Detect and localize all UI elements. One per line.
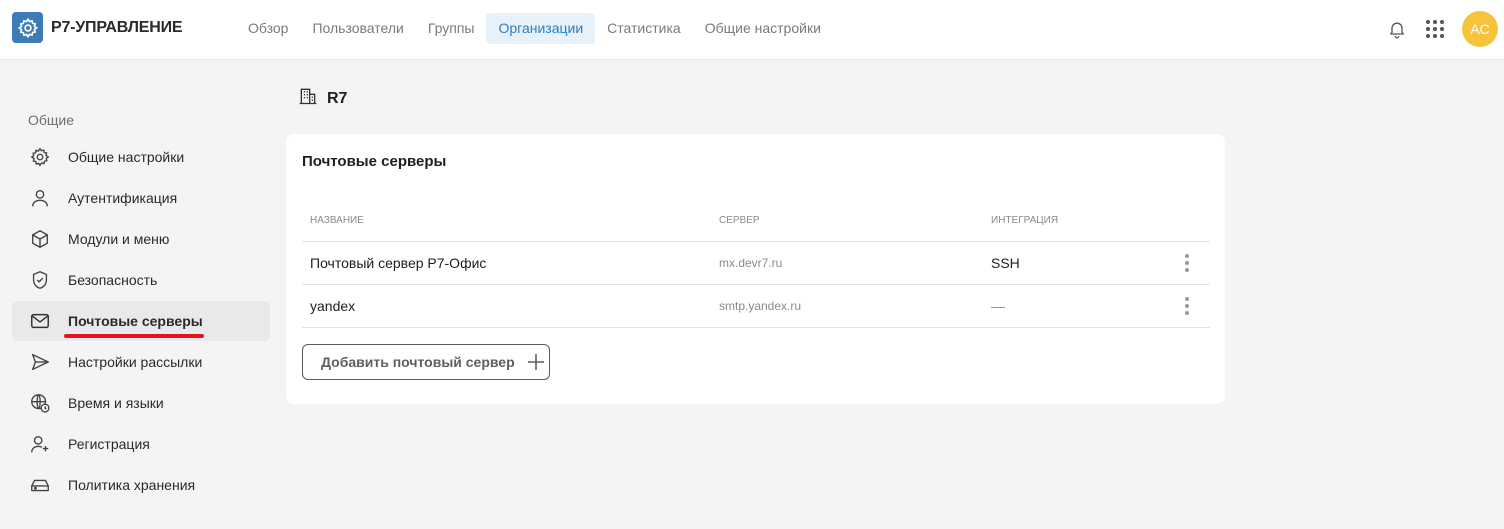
nav-overview[interactable]: Обзор (236, 13, 300, 44)
cube-icon (28, 227, 52, 251)
mail-servers-card: Почтовые серверы НАЗВАНИЕ СЕРВЕР ИНТЕГРА… (286, 134, 1225, 404)
sidebar-item-label: Политика хранения (68, 477, 196, 493)
sidebar-item-security[interactable]: Безопасность (12, 260, 270, 300)
sidebar-item-label: Аутентификация (68, 190, 178, 206)
building-icon (298, 86, 318, 111)
sidebar-item-label: Общие настройки (68, 149, 185, 165)
sidebar-item-registration[interactable]: Регистрация (12, 424, 270, 464)
bell-icon[interactable] (1384, 16, 1410, 42)
sidebar-item-modules-menu[interactable]: Модули и меню (12, 219, 270, 259)
sidebar-item-general-settings[interactable]: Общие настройки (12, 137, 270, 177)
table-header: НАЗВАНИЕ СЕРВЕР ИНТЕГРАЦИЯ (302, 200, 1210, 242)
user-avatar[interactable]: АС (1462, 11, 1498, 47)
sidebar-item-label: Почтовые серверы (68, 313, 203, 329)
column-header-name[interactable]: НАЗВАНИЕ (302, 215, 711, 226)
user-icon (28, 186, 52, 210)
top-nav: Обзор Пользователи Группы Организации Ст… (236, 13, 833, 44)
row-actions (1163, 251, 1210, 275)
add-button-label: Добавить почтовый сервер (321, 354, 515, 370)
app-name: Р7-УПРАВЛЕНИЕ (51, 18, 183, 36)
integration-cell: — (991, 298, 1005, 314)
mail-icon (28, 309, 52, 333)
nav-general-settings[interactable]: Общие настройки (693, 13, 833, 44)
organization-header: R7 (298, 86, 347, 111)
sidebar-item-label: Регистрация (68, 436, 150, 452)
nav-organizations[interactable]: Организации (486, 13, 596, 44)
more-vertical-icon[interactable] (1177, 251, 1197, 275)
active-item-underline (64, 334, 204, 338)
table-row[interactable]: Почтовый сервер Р7-Офис mx.devr7.ru SSH (302, 242, 1210, 285)
nav-users[interactable]: Пользователи (300, 13, 415, 44)
globe-clock-icon (28, 391, 52, 415)
gear-icon (28, 145, 52, 169)
mail-servers-table: НАЗВАНИЕ СЕРВЕР ИНТЕГРАЦИЯ Почтовый серв… (302, 200, 1210, 328)
server-name-cell: yandex (310, 298, 356, 314)
table-row[interactable]: yandex smtp.yandex.ru — (302, 285, 1210, 328)
add-mail-server-button[interactable]: Добавить почтовый сервер (302, 344, 550, 380)
column-header-server[interactable]: СЕРВЕР (711, 215, 983, 226)
user-plus-icon (28, 432, 52, 456)
header-actions: АС (1384, 11, 1498, 47)
row-actions (1163, 294, 1210, 318)
storage-icon (28, 473, 52, 497)
more-vertical-icon[interactable] (1177, 294, 1197, 318)
sidebar-item-mailing-settings[interactable]: Настройки рассылки (12, 342, 270, 382)
nav-statistics[interactable]: Статистика (595, 13, 693, 44)
sidebar-item-authentication[interactable]: Аутентификация (12, 178, 270, 218)
settings-sidebar: Общие Общие настройки Аутентификация Мод… (12, 104, 270, 505)
app-logo[interactable]: Р7-УПРАВЛЕНИЕ (12, 12, 183, 43)
sidebar-item-label: Настройки рассылки (68, 354, 203, 370)
plus-icon (527, 353, 545, 371)
sidebar-section-title: Общие (28, 112, 75, 128)
sidebar-item-time-languages[interactable]: Время и языки (12, 383, 270, 423)
apps-grid-icon[interactable] (1422, 16, 1448, 42)
sidebar-item-label: Модули и меню (68, 231, 170, 247)
shield-icon (28, 268, 52, 292)
sidebar-item-label: Время и языки (68, 395, 164, 411)
server-host-cell: smtp.yandex.ru (719, 299, 802, 313)
server-host-cell: mx.devr7.ru (719, 256, 783, 270)
column-header-integration[interactable]: ИНТЕГРАЦИЯ (983, 215, 1163, 226)
sidebar-item-label: Безопасность (68, 272, 158, 288)
card-title: Почтовые серверы (302, 153, 447, 170)
top-header: Р7-УПРАВЛЕНИЕ Обзор Пользователи Группы … (0, 0, 1504, 60)
nav-groups[interactable]: Группы (416, 13, 487, 44)
organization-name: R7 (327, 89, 348, 107)
sidebar-item-retention-policy[interactable]: Политика хранения (12, 465, 270, 505)
sidebar-item-mail-servers[interactable]: Почтовые серверы (12, 301, 270, 341)
server-name-cell: Почтовый сервер Р7-Офис (310, 255, 487, 271)
integration-cell: SSH (991, 255, 1020, 271)
send-icon (28, 350, 52, 374)
gear-logo-icon (12, 12, 43, 43)
